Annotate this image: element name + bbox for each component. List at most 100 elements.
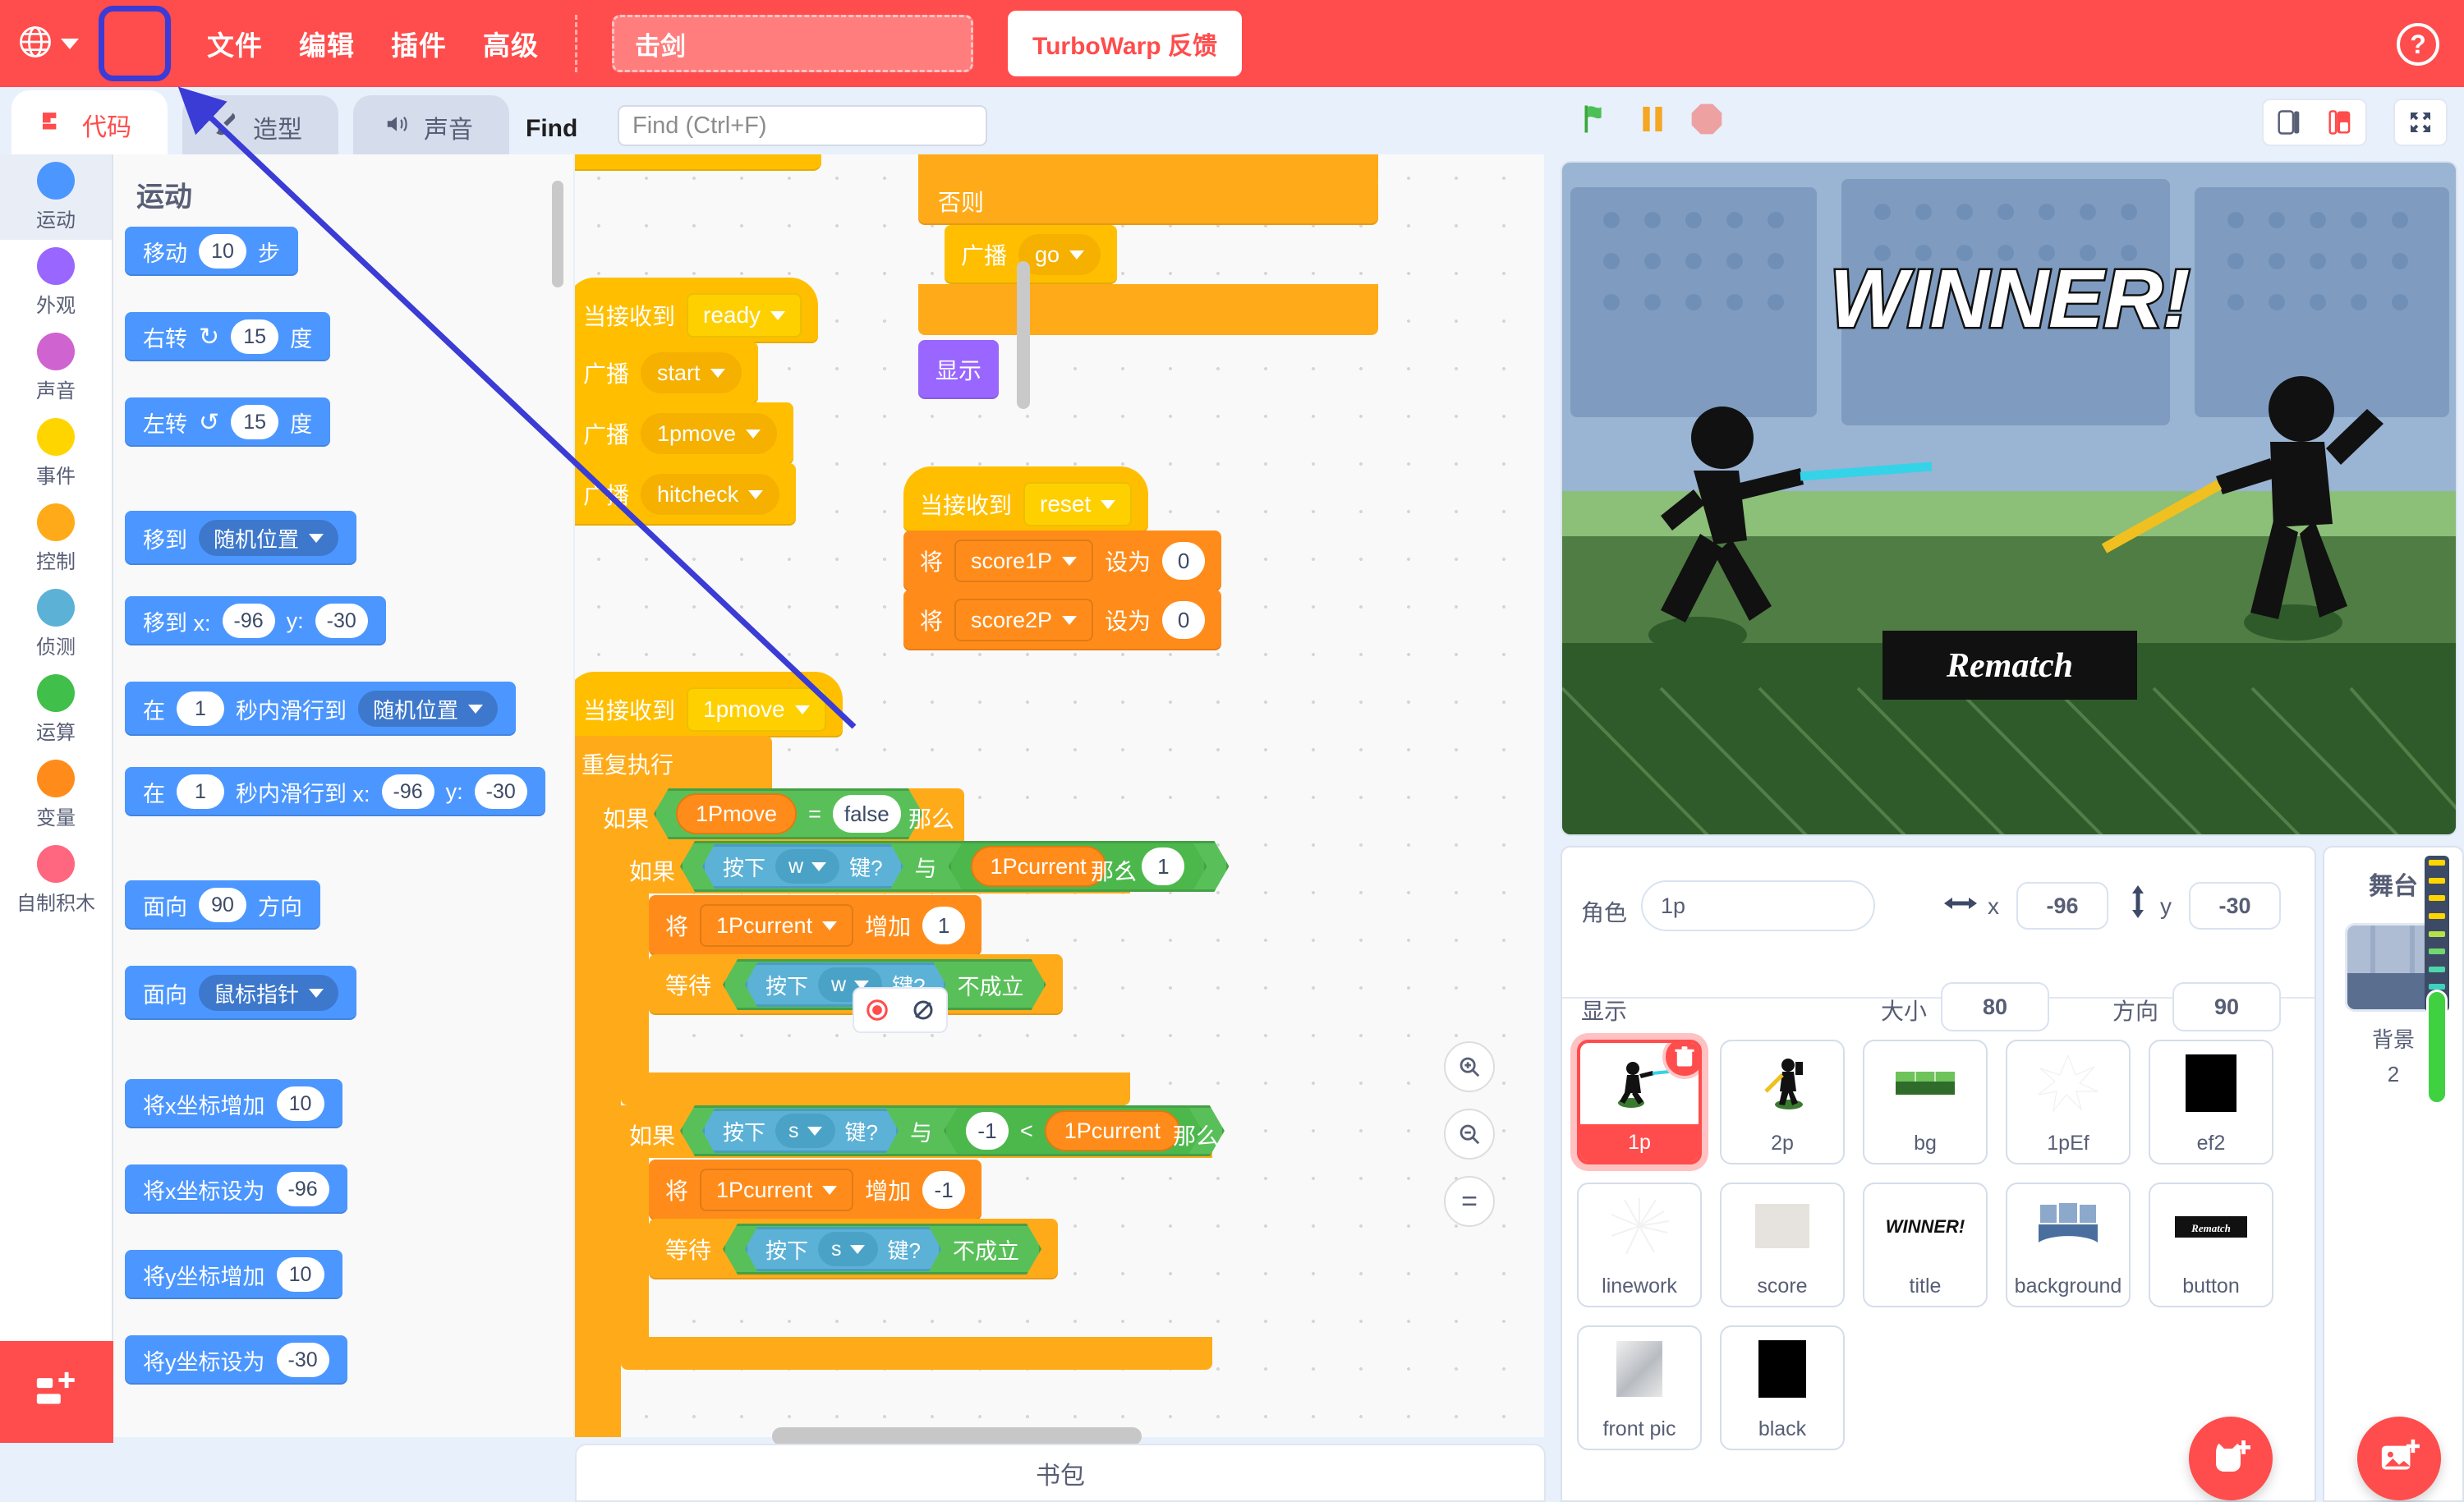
1pmove-variable[interactable]: 1Pmove — [676, 793, 797, 834]
sprite-tile-background[interactable]: background — [2006, 1183, 2131, 1307]
palette-block-point-towards[interactable]: 面向 鼠标指针 — [125, 966, 357, 1020]
chg2-variable-dropdown[interactable]: 1Pcurrent — [700, 1169, 854, 1211]
script-block-else[interactable]: 否则 — [918, 177, 1378, 225]
if1-condition-equals[interactable]: 1Pmove = false — [654, 788, 923, 839]
block-palette[interactable]: 运动 移动 10 步 右转 ↻ 15 度 左转 ↺ 15 度 移到 随机位置 移… — [113, 154, 573, 1437]
glide-xy-secs-input[interactable]: 1 — [177, 774, 224, 809]
wait2-not-condition[interactable]: 按下 s 键? 不成立 — [723, 1224, 1041, 1275]
script-block-broadcast-1pmove[interactable]: 广播 1pmove — [575, 402, 794, 465]
glide-x-input[interactable]: -96 — [381, 774, 434, 809]
green-flag-button[interactable] — [1580, 101, 1616, 141]
goto-x-input[interactable]: -96 — [222, 604, 275, 638]
script-block-wait-until-s-released[interactable]: 等待 按下 s 键? 不成立 — [649, 1219, 1058, 1279]
sprite-size-input[interactable] — [1941, 982, 2049, 1031]
sprite-tile-ef2[interactable]: ef2 — [2149, 1040, 2273, 1164]
sprite-y-input[interactable] — [2189, 882, 2281, 930]
if2-less-than-condition[interactable]: 1Pcurrent < 1 — [949, 841, 1207, 892]
show-sprite-button[interactable] — [854, 989, 900, 1031]
sprite-tile-1pEf[interactable]: 1pEf — [2006, 1040, 2131, 1164]
backpack-panel[interactable]: 书包 — [575, 1444, 1546, 1502]
turbowarp-feedback-button[interactable]: TurboWarp 反馈 — [1008, 11, 1242, 76]
tab-sounds[interactable]: 声音 — [353, 95, 509, 159]
change-x-input[interactable]: 10 — [276, 1086, 324, 1121]
script-block-forever[interactable]: 重复执行 — [582, 747, 673, 780]
palette-scrollbar[interactable] — [552, 181, 563, 287]
if3-condition-and[interactable]: 按下 s 键? 与 -1 < 1Pcurrent — [680, 1105, 1225, 1156]
goto-y-input[interactable]: -30 — [315, 604, 368, 638]
hide-sprite-button[interactable] — [900, 989, 946, 1031]
category-my-blocks[interactable]: 自制积木 — [0, 838, 112, 923]
sprite-x-input[interactable] — [2016, 882, 2108, 930]
score1p-value-input[interactable]: 0 — [1162, 542, 1206, 580]
script-block-set-score2p[interactable]: 将 score2P 设为 0 — [903, 590, 1222, 650]
find-input[interactable] — [618, 105, 987, 146]
workspace-horizontal-scrollbar[interactable] — [772, 1427, 1142, 1445]
palette-block-glide-to-xy[interactable]: 在 1 秒内滑行到 x: -96 y: -30 — [125, 767, 545, 816]
help-button[interactable]: ? — [2397, 23, 2439, 66]
palette-block-turn-left[interactable]: 左转 ↺ 15 度 — [125, 397, 331, 447]
start-message-dropdown[interactable]: start — [641, 352, 742, 393]
if2-condition-and[interactable]: 按下 w 键? 与 1Pcurrent < 1 — [680, 841, 1229, 892]
sprite-tile-linework[interactable]: linework — [1577, 1183, 1702, 1307]
workspace-vertical-scrollbar[interactable] — [1017, 261, 1030, 409]
sprite-direction-input[interactable] — [2172, 982, 2281, 1031]
palette-block-change-y-by[interactable]: 将y坐标增加 10 — [125, 1250, 342, 1299]
turn-left-degrees-input[interactable]: 15 — [231, 405, 279, 439]
category-sensing[interactable]: 侦测 — [0, 581, 112, 667]
project-name-input[interactable] — [612, 15, 973, 72]
reset-message-dropdown[interactable]: reset — [1023, 482, 1133, 526]
set-x-input[interactable]: -96 — [276, 1172, 329, 1206]
sprite-name-input[interactable] — [1641, 880, 1875, 931]
sprite-tile-front-pic[interactable]: front pic — [1577, 1325, 1702, 1450]
move-message-dropdown[interactable]: 1pmove — [687, 687, 826, 732]
menu-item-addons[interactable]: 插件 — [391, 24, 447, 63]
if2-compare-value[interactable]: 1 — [1142, 847, 1184, 885]
ready-message-dropdown[interactable]: ready — [687, 293, 802, 338]
add-sprite-button[interactable] — [2189, 1417, 2273, 1500]
category-control[interactable]: 控制 — [0, 496, 112, 581]
rematch-button-on-stage[interactable]: Rematch — [1882, 631, 2137, 700]
hitcheck-message-dropdown[interactable]: hitcheck — [641, 474, 780, 515]
score1p-variable-dropdown[interactable]: score1P — [954, 540, 1094, 582]
script-hat-when-receive-ready[interactable]: 当接收到 ready — [575, 278, 819, 343]
glide-y-input[interactable]: -30 — [474, 774, 527, 809]
palette-block-move-steps[interactable]: 移动 10 步 — [125, 227, 298, 276]
menu-item-edit[interactable]: 编辑 — [299, 24, 355, 63]
palette-block-goto-xy[interactable]: 移到 x: -96 y: -30 — [125, 596, 386, 645]
score2p-variable-dropdown[interactable]: score2P — [954, 599, 1094, 641]
key-w-dropdown[interactable]: w — [775, 849, 839, 884]
go-message-dropdown[interactable]: go — [1018, 234, 1101, 275]
score2p-value-input[interactable]: 0 — [1162, 601, 1206, 639]
1pcurrent-variable[interactable]: 1Pcurrent — [971, 846, 1106, 887]
sprite-tile-score[interactable]: score — [1720, 1183, 1845, 1307]
sprite-tile-1p[interactable]: 1p — [1577, 1040, 1702, 1164]
key-w-pressed-condition[interactable]: 按下 w 键? — [702, 844, 903, 889]
palette-block-goto[interactable]: 移到 随机位置 — [125, 511, 357, 565]
script-block-show[interactable]: 显示 — [918, 340, 999, 399]
script-block-set-score1p[interactable]: 将 score1P 设为 0 — [903, 531, 1222, 591]
key-s-pressed-condition-wait[interactable]: 按下 s 键? — [745, 1227, 941, 1271]
stop-button[interactable] — [1689, 101, 1725, 141]
palette-block-change-x-by[interactable]: 将x坐标增加 10 — [125, 1079, 342, 1128]
category-motion[interactable]: 运动 — [0, 154, 112, 240]
palette-block-set-x-to[interactable]: 将x坐标设为 -96 — [125, 1164, 347, 1214]
tab-costumes[interactable]: 造型 — [182, 95, 338, 159]
code-workspace[interactable]: 当接收到 ready 广播 start 广播 1pmove 广播 hitchec… — [575, 154, 1544, 1437]
stage-scrollbar-handle[interactable] — [2426, 990, 2448, 1105]
language-selector[interactable] — [18, 25, 79, 63]
change-y-input[interactable]: 10 — [276, 1257, 324, 1292]
key-s-dropdown-wait[interactable]: s — [818, 1232, 878, 1266]
category-sound[interactable]: 声音 — [0, 325, 112, 411]
1pmove-message-dropdown[interactable]: 1pmove — [641, 413, 778, 454]
script-if-close-fragment[interactable] — [918, 284, 1378, 335]
sprite-tile-bg[interactable]: bg — [1863, 1040, 1988, 1164]
chg1-value-input[interactable]: 1 — [922, 907, 966, 944]
palette-block-turn-right[interactable]: 右转 ↻ 15 度 — [125, 312, 331, 361]
if3-compare-value[interactable]: -1 — [966, 1112, 1009, 1150]
glide-target-dropdown[interactable]: 随机位置 — [358, 691, 499, 727]
add-extension-button[interactable] — [0, 1341, 113, 1443]
category-looks[interactable]: 外观 — [0, 240, 112, 325]
key-s-dropdown[interactable]: s — [775, 1114, 835, 1148]
script-block-change-1pcurrent-plus[interactable]: 将 1Pcurrent 增加 1 — [649, 895, 982, 956]
goto-target-dropdown[interactable]: 随机位置 — [199, 520, 339, 556]
